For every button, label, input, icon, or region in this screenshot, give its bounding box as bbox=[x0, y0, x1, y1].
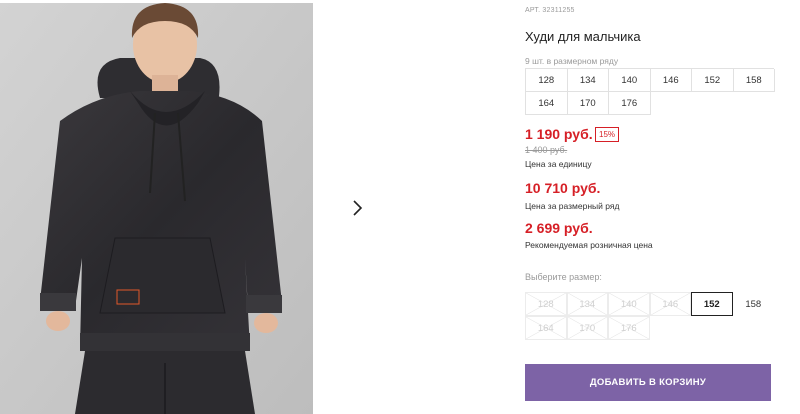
unit-price: 1 190 руб. bbox=[525, 126, 593, 142]
size-option-176: 176 bbox=[608, 316, 650, 340]
size-row-cell: 152 bbox=[692, 69, 734, 92]
chevron-right-icon bbox=[353, 200, 363, 216]
size-option-140: 140 bbox=[608, 292, 650, 316]
size-row-cell: 164 bbox=[526, 92, 568, 115]
size-row-cell: 176 bbox=[609, 92, 651, 115]
retail-price: 2 699 руб. bbox=[525, 220, 593, 236]
unit-price-caption: Цена за единицу bbox=[525, 159, 592, 169]
article-number: АРТ. 32311255 bbox=[525, 7, 575, 14]
size-row-cell: 146 bbox=[650, 69, 692, 92]
size-option-128: 128 bbox=[525, 292, 567, 316]
boy-in-hoodie-photo bbox=[0, 3, 313, 414]
size-row-grid: 128 134 140 146 152 158 164 170 176 bbox=[525, 68, 775, 115]
size-option-170: 170 bbox=[566, 316, 608, 340]
old-price: 1 400 руб. bbox=[525, 145, 568, 155]
size-row-cell: 140 bbox=[609, 69, 651, 92]
size-option-164: 164 bbox=[525, 316, 567, 340]
product-gallery bbox=[0, 0, 390, 414]
discount-badge: 15% bbox=[595, 127, 620, 142]
next-image-button[interactable] bbox=[339, 190, 375, 226]
size-row-cell: 134 bbox=[567, 69, 609, 92]
row-price: 10 710 руб. bbox=[525, 180, 601, 196]
size-row-cell: 170 bbox=[567, 92, 609, 115]
size-option-152[interactable]: 152 bbox=[691, 292, 733, 316]
add-to-cart-button[interactable]: Добавить в корзину bbox=[525, 364, 771, 401]
choose-size-label: Выберите размер: bbox=[525, 272, 602, 282]
product-title: Худи для мальчика bbox=[525, 29, 641, 44]
size-option-158[interactable]: 158 bbox=[733, 292, 775, 316]
size-row-count: 9 шт. в размерном ряду bbox=[525, 56, 619, 66]
size-row-cell: 158 bbox=[733, 69, 775, 92]
row-price-caption: Цена за размерный ряд bbox=[525, 201, 620, 211]
retail-price-caption: Рекомендуемая розничная цена bbox=[525, 240, 653, 250]
product-photo[interactable] bbox=[0, 3, 313, 414]
size-row-cell: 128 bbox=[526, 69, 568, 92]
size-selector: 128 134 140 146 152 158 164 170 176 bbox=[525, 292, 774, 340]
size-option-134: 134 bbox=[566, 292, 608, 316]
size-option-146: 146 bbox=[649, 292, 691, 316]
